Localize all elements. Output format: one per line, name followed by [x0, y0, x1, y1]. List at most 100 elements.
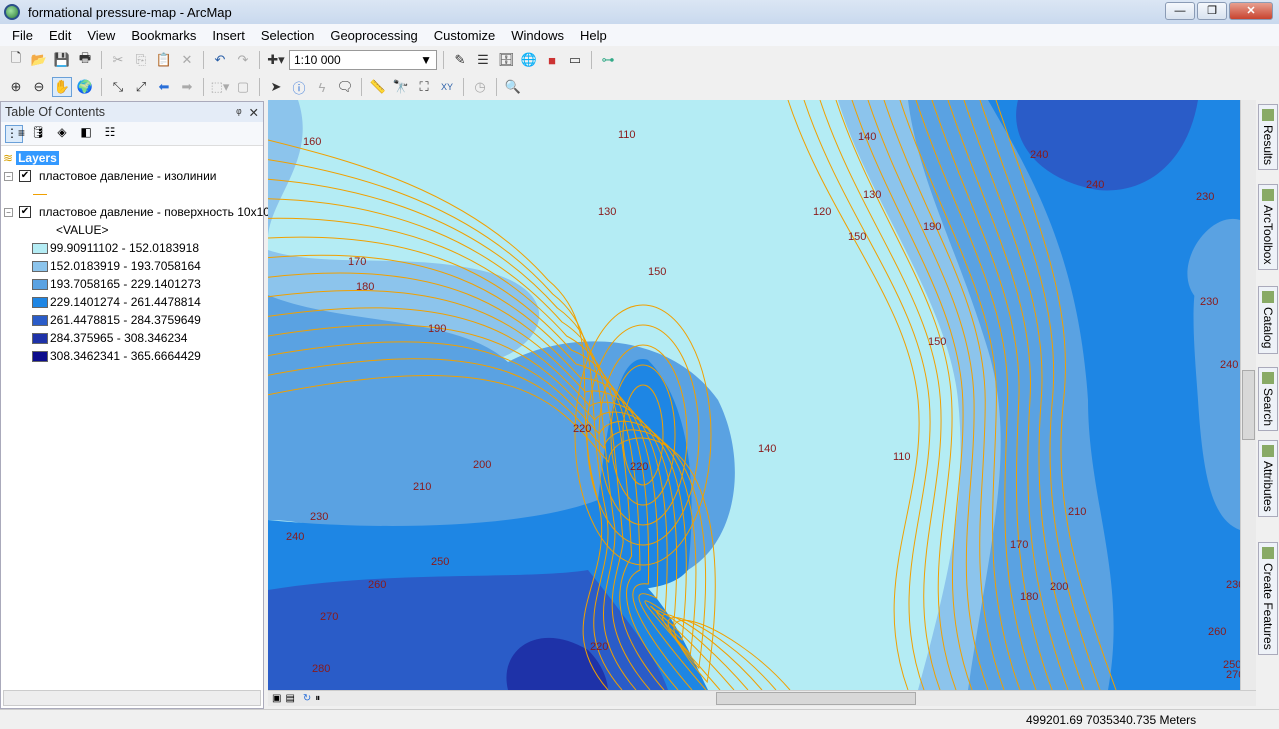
collapse-icon[interactable]: −	[4, 207, 13, 217]
map-horizontal-scrollbar[interactable]	[716, 692, 916, 705]
map-scale-select[interactable]: 1:10 000 ▼	[289, 50, 437, 70]
fixed-zoom-out-icon[interactable]: ⤢	[131, 77, 151, 97]
dock-tab-create-features[interactable]: Create Features	[1258, 542, 1278, 655]
layer-contours[interactable]: − ✔ пластовое давление - изолинии	[1, 167, 216, 185]
add-data-icon[interactable]: ✚▾	[266, 50, 286, 70]
menu-windows[interactable]: Windows	[503, 28, 572, 43]
dock-tab-results[interactable]: Results	[1258, 104, 1278, 171]
list-by-source-icon[interactable]: 🛢	[29, 125, 47, 143]
menu-bookmarks[interactable]: Bookmarks	[123, 28, 204, 43]
maximize-button[interactable]: ❐	[1197, 2, 1227, 20]
legend-class: 261.4478815 - 284.3759649	[32, 311, 201, 329]
go-to-xy-icon[interactable]: XY	[437, 77, 457, 97]
layout-view-icon[interactable]: ▤	[285, 693, 294, 704]
list-by-selection-icon[interactable]: ◧	[77, 125, 95, 143]
arctoolbox-icon[interactable]: ■	[542, 50, 562, 70]
layer-visibility-checkbox[interactable]: ✔	[19, 206, 31, 218]
layer-visibility-checkbox[interactable]: ✔	[19, 170, 31, 182]
layers-icon: ≋	[3, 151, 14, 165]
menu-geoprocessing[interactable]: Geoprocessing	[322, 28, 425, 43]
copy-icon[interactable]: ⎘	[131, 50, 151, 70]
dock-tab-search[interactable]: Search	[1258, 366, 1278, 431]
list-by-visibility-icon[interactable]: ◈	[53, 125, 71, 143]
magnifier-window-icon[interactable]: 🔍	[503, 77, 523, 97]
legend-class: 193.7058165 - 229.1401273	[32, 275, 201, 293]
find-route-icon[interactable]: ⛶	[414, 77, 434, 97]
scroll-thumb[interactable]	[1242, 370, 1255, 440]
dock-tab-catalog[interactable]: Catalog	[1258, 286, 1278, 354]
layers-root[interactable]: ≋ Layers	[3, 149, 59, 167]
time-slider-icon[interactable]: ◷	[470, 77, 490, 97]
table-of-contents-icon[interactable]: ☰	[473, 50, 493, 70]
close-button[interactable]: ✕	[1229, 2, 1273, 20]
dock-tab-attributes[interactable]: Attributes	[1258, 440, 1278, 517]
identify-icon[interactable]: ⓘ	[289, 77, 309, 97]
contour-label: 280	[312, 663, 330, 675]
map-vertical-scrollbar[interactable]	[1240, 100, 1256, 690]
contour-label: 220	[630, 461, 648, 473]
contour-symbol	[33, 185, 47, 203]
paste-icon[interactable]: 📋	[154, 50, 174, 70]
menu-customize[interactable]: Customize	[426, 28, 503, 43]
toc-close-icon[interactable]: ✕	[249, 106, 259, 120]
contour-label: 110	[618, 129, 636, 141]
class-swatch	[32, 260, 48, 272]
separator	[591, 51, 592, 69]
open-icon[interactable]: 📂	[29, 50, 49, 70]
menu-insert[interactable]: Insert	[204, 28, 253, 43]
menu-view[interactable]: View	[79, 28, 123, 43]
measure-icon[interactable]: 📏	[368, 77, 388, 97]
legend-class: 99.90911102 - 152.0183918	[32, 239, 199, 257]
new-document-icon[interactable]: 🗋	[6, 50, 26, 70]
data-view-icon[interactable]: ▣	[272, 693, 281, 704]
options-icon[interactable]: ☷	[101, 125, 119, 143]
list-by-drawing-order-icon[interactable]: ⋮≡	[5, 124, 25, 143]
collapse-icon[interactable]: −	[4, 171, 13, 181]
html-popup-icon[interactable]: 🗨	[335, 77, 355, 97]
save-icon[interactable]: 💾	[52, 50, 72, 70]
python-window-icon[interactable]: ▭	[565, 50, 585, 70]
contour-label: 200	[1050, 581, 1068, 593]
tab-icon	[1262, 547, 1274, 559]
find-icon[interactable]: 🔭	[391, 77, 411, 97]
search-window-icon[interactable]: 🌐	[519, 50, 539, 70]
cut-icon[interactable]: ✂	[108, 50, 128, 70]
menu-edit[interactable]: Edit	[41, 28, 79, 43]
catalog-window-icon[interactable]: 🗄	[496, 50, 516, 70]
contour-label: 230	[1200, 296, 1218, 308]
zoom-out-icon[interactable]: ⊖	[29, 77, 49, 97]
pan-icon[interactable]: ✋	[52, 77, 72, 97]
class-swatch	[32, 278, 48, 290]
legend-class: 308.3462341 - 365.6664429	[32, 347, 201, 365]
full-extent-icon[interactable]: 🌍	[75, 77, 95, 97]
hyperlink-icon[interactable]: ϟ	[312, 77, 332, 97]
menu-selection[interactable]: Selection	[253, 28, 322, 43]
redo-icon[interactable]: ↷	[233, 50, 253, 70]
menu-help[interactable]: Help	[572, 28, 615, 43]
zoom-in-icon[interactable]: ⊕	[6, 77, 26, 97]
select-features-icon[interactable]: ⬚▾	[210, 77, 230, 97]
layer-surface[interactable]: − ✔ пластовое давление - поверхность 10x…	[1, 203, 270, 221]
window-title: formational pressure-map - ArcMap	[28, 4, 232, 20]
contour-label: 180	[1020, 591, 1038, 603]
dock-tab-arctoolbox[interactable]: ArcToolbox	[1258, 184, 1278, 270]
print-icon[interactable]: 🖶	[75, 50, 95, 70]
toc-horizontal-scrollbar[interactable]	[3, 690, 261, 706]
editor-toolbar-icon[interactable]: ✎	[450, 50, 470, 70]
select-elements-icon[interactable]: ➤	[266, 77, 286, 97]
fixed-zoom-in-icon[interactable]: ⤡	[108, 77, 128, 97]
forward-icon[interactable]: ➡	[177, 77, 197, 97]
menu-file[interactable]: File	[4, 28, 41, 43]
delete-icon[interactable]: ✕	[177, 50, 197, 70]
separator	[361, 78, 362, 96]
back-icon[interactable]: ⬅	[154, 77, 174, 97]
contour-label: 230	[1226, 579, 1240, 591]
map-view[interactable]: 160 110 130 150 140 130 120 150 190 240 240 230 170 1…	[268, 100, 1240, 690]
clear-selection-icon[interactable]: ▢	[233, 77, 253, 97]
pause-drawing-icon[interactable]: ⏸	[315, 693, 320, 704]
model-builder-icon[interactable]: ⊶	[598, 50, 618, 70]
minimize-button[interactable]: —	[1165, 2, 1195, 20]
pin-icon[interactable]: ᵠ	[236, 106, 242, 120]
refresh-icon[interactable]: ↻	[303, 693, 311, 704]
undo-icon[interactable]: ↶	[210, 50, 230, 70]
